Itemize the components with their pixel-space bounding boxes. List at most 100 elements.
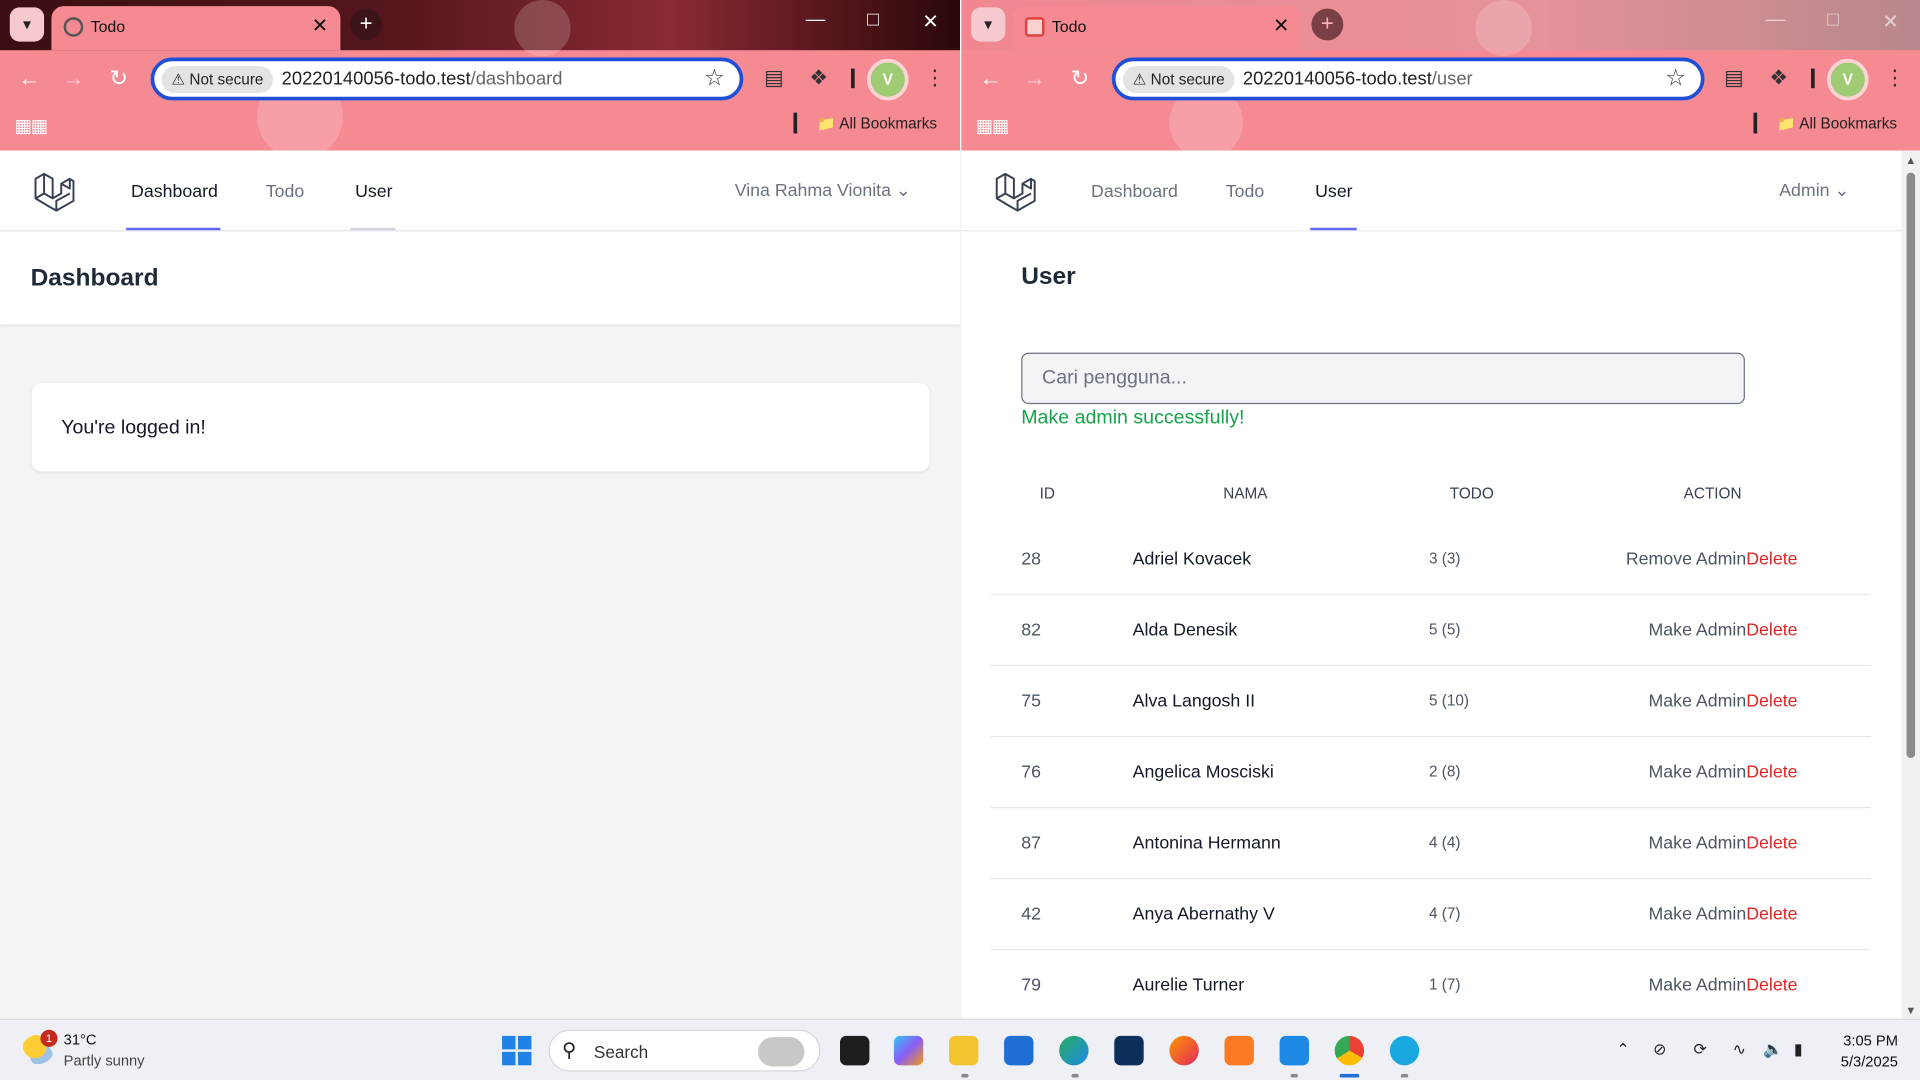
menu-kebab-icon[interactable]: ⋮	[924, 66, 945, 90]
edge-icon[interactable]	[1059, 1035, 1089, 1066]
browser-tab[interactable]: Todo ✕	[1012, 6, 1302, 51]
nav-todo[interactable]: Todo	[1226, 182, 1265, 202]
start-button[interactable]	[502, 1035, 532, 1066]
active-nav-underline	[1310, 227, 1357, 231]
close-tab-icon[interactable]: ✕	[312, 13, 328, 37]
extensions-icon[interactable]: ❖	[809, 66, 828, 90]
delete-link[interactable]: Delete	[1746, 550, 1797, 570]
back-button[interactable]: ←	[976, 66, 1005, 92]
nav-dashboard[interactable]: Dashboard	[131, 182, 218, 202]
cell-name: Alda Denesik	[1132, 620, 1238, 641]
close-window-button[interactable]: ✕	[1862, 10, 1918, 34]
delete-link[interactable]: Delete	[1746, 763, 1797, 783]
new-tab-button[interactable]: +	[350, 8, 383, 41]
minimize-button[interactable]: —	[1747, 10, 1803, 32]
scroll-down-icon[interactable]: ▼	[1905, 1004, 1916, 1016]
battery-icon[interactable]: ▮	[1794, 1040, 1803, 1060]
toggle-admin-link[interactable]: Make Admin	[1649, 763, 1747, 783]
user-dropdown[interactable]: Admin ⌄	[1779, 181, 1849, 201]
bookmark-star-icon[interactable]: ☆	[1665, 65, 1686, 93]
chevron-up-icon[interactable]: ⌃	[1616, 1040, 1629, 1060]
nav-todo[interactable]: Todo	[266, 182, 305, 202]
nav-user[interactable]: User	[355, 182, 393, 202]
reload-button[interactable]: ↻	[104, 66, 133, 92]
sync-icon[interactable]: ⟳	[1693, 1040, 1706, 1060]
scrollbar-thumb[interactable]	[1906, 172, 1916, 758]
address-bar[interactable]: ⚠ Not secure 20220140056-todo.test/user …	[1111, 57, 1705, 101]
apps-grid-icon[interactable]: ▦▦	[15, 115, 49, 137]
vscode-icon[interactable]	[1279, 1035, 1309, 1066]
nav-user[interactable]: User	[1315, 182, 1353, 202]
menu-kebab-icon[interactable]: ⋮	[1885, 66, 1906, 90]
all-bookmarks-button[interactable]: 📁 All Bookmarks	[817, 115, 937, 133]
nav-dashboard[interactable]: Dashboard	[1091, 182, 1178, 202]
system-clock[interactable]: 3:05 PM 5/3/2025	[1841, 1031, 1898, 1073]
delete-link[interactable]: Delete	[1746, 976, 1797, 996]
user-dropdown[interactable]: Vina Rahma Vionita ⌄	[735, 181, 911, 201]
forward-button[interactable]: →	[1020, 66, 1049, 92]
running-indicator	[961, 1073, 969, 1078]
toggle-admin-link[interactable]: Make Admin	[1649, 905, 1747, 925]
address-bar[interactable]: ⚠ Not secure 20220140056-todo.test/dashb…	[150, 57, 744, 101]
toggle-admin-link[interactable]: Remove Admin	[1626, 550, 1746, 570]
not-secure-chip[interactable]: ⚠ Not secure	[161, 66, 274, 94]
tab-search-button[interactable]: ▾	[971, 7, 1006, 42]
copilot-icon[interactable]	[893, 1035, 924, 1066]
cell-todo: 2 (8)	[1428, 762, 1461, 781]
page-title: User	[1021, 263, 1076, 291]
weather-temperature[interactable]: 31°C	[64, 1031, 97, 1048]
weather-description[interactable]: Partly sunny	[64, 1052, 145, 1069]
taskbar-search[interactable]: ⚲ Search	[548, 1029, 821, 1072]
browser-tab[interactable]: Todo ✕	[51, 6, 341, 51]
reload-button[interactable]: ↻	[1065, 66, 1094, 92]
user-search-field[interactable]	[1021, 352, 1745, 405]
table-row: 87 Antonina Hermann 4 (4) Make AdminDelete	[990, 808, 1872, 880]
laravel-logo-icon[interactable]	[993, 169, 1037, 213]
page-scrollbar[interactable]: ▲ ▼	[1901, 150, 1920, 1019]
delete-link[interactable]: Delete	[1746, 834, 1797, 854]
toggle-admin-link[interactable]: Make Admin	[1649, 692, 1747, 712]
delete-link[interactable]: Delete	[1746, 692, 1797, 712]
file-explorer-icon[interactable]	[948, 1035, 979, 1066]
task-view-icon[interactable]	[840, 1035, 870, 1066]
profile-avatar[interactable]: V	[870, 62, 905, 97]
tab-search-button[interactable]: ▾	[9, 7, 45, 42]
extensions-icon[interactable]: ❖	[1769, 66, 1788, 90]
firefox-icon[interactable]	[1169, 1035, 1199, 1066]
cell-id: 42	[1021, 904, 1041, 925]
url-text[interactable]: 20220140056-todo.test/user	[1243, 69, 1473, 90]
scroll-up-icon[interactable]: ▲	[1905, 154, 1916, 166]
profile-avatar[interactable]: V	[1830, 62, 1865, 97]
chrome-icon[interactable]	[1334, 1035, 1365, 1066]
all-bookmarks-button[interactable]: 📁 All Bookmarks	[1777, 115, 1897, 133]
back-button[interactable]: ←	[15, 66, 44, 92]
mysql-workbench-icon[interactable]	[1114, 1035, 1144, 1066]
reading-mode-icon[interactable]: ▤	[764, 66, 784, 90]
toggle-admin-link[interactable]: Make Admin	[1649, 976, 1747, 996]
url-text[interactable]: 20220140056-todo.test/dashboard	[282, 69, 563, 90]
toggle-admin-link[interactable]: Make Admin	[1649, 621, 1747, 641]
reading-mode-icon[interactable]: ▤	[1724, 66, 1744, 90]
volume-muted-icon[interactable]: 🔈	[1763, 1040, 1783, 1060]
close-window-button[interactable]: ✕	[902, 10, 958, 34]
forward-button[interactable]: →	[59, 66, 88, 92]
user-search-input[interactable]	[1022, 353, 1744, 403]
microsoft-store-icon[interactable]	[1004, 1035, 1034, 1066]
minimize-button[interactable]: —	[787, 10, 843, 32]
new-tab-button[interactable]: +	[1311, 8, 1344, 41]
close-tab-icon[interactable]: ✕	[1273, 13, 1289, 37]
laravel-logo-icon[interactable]	[32, 169, 76, 213]
maximize-button[interactable]: □	[1805, 10, 1861, 32]
delete-link[interactable]: Delete	[1746, 905, 1797, 925]
network-off-icon[interactable]: ⊘	[1653, 1040, 1666, 1060]
apps-grid-icon[interactable]: ▦▦	[976, 115, 1010, 137]
delete-link[interactable]: Delete	[1746, 621, 1797, 641]
not-secure-chip[interactable]: ⚠ Not secure	[1122, 66, 1235, 94]
wifi-icon[interactable]: ∿	[1733, 1040, 1746, 1060]
maximize-button[interactable]: □	[845, 10, 901, 32]
xampp-icon[interactable]	[1224, 1035, 1254, 1066]
bookmark-star-icon[interactable]: ☆	[704, 65, 725, 93]
edge-dev-icon[interactable]	[1389, 1035, 1420, 1066]
toggle-admin-link[interactable]: Make Admin	[1649, 834, 1747, 854]
app-navbar: Dashboard Todo User Vina Rahma Vionita ⌄	[0, 150, 961, 232]
